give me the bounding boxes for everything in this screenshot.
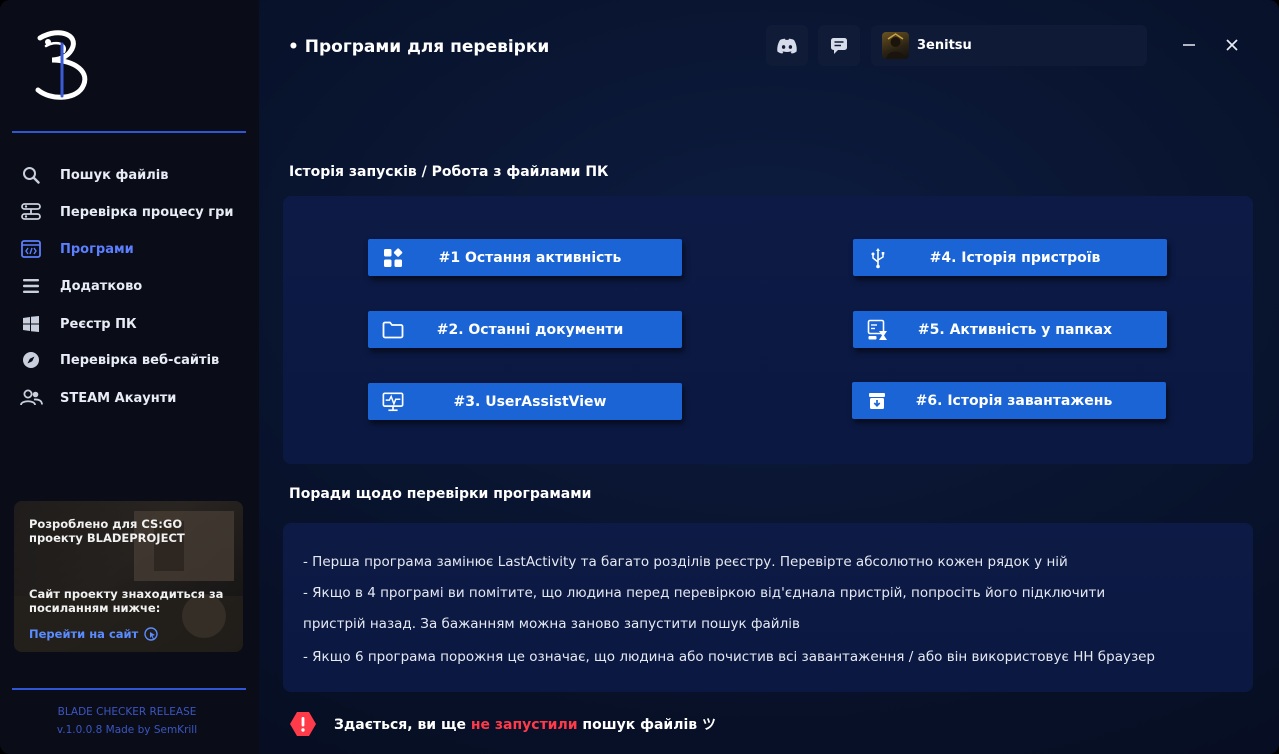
warning-text: Здається, ви ще не запустили пошук файлі… xyxy=(334,714,716,734)
promo-line: Сайт проекту знаходиться за xyxy=(29,587,224,601)
release-label: BLADE CHECKER RELEASE xyxy=(57,706,197,718)
close-icon xyxy=(1225,38,1239,52)
device-history-button[interactable]: #4. Історія пристроїв xyxy=(853,239,1167,276)
recent-documents-button[interactable]: #2. Останні документи xyxy=(368,311,682,348)
avatar xyxy=(882,32,909,59)
button-label: #3. UserAssistView xyxy=(453,393,607,410)
windows-icon xyxy=(18,313,44,335)
warning-highlight: не запустили xyxy=(470,717,578,733)
folder-icon xyxy=(382,319,404,341)
button-label: #4. Історія пристроїв xyxy=(929,249,1101,266)
sidebar-item-label: Перевірка процесу гри xyxy=(60,204,234,220)
usb-icon xyxy=(867,247,889,269)
section-title-history: Історія запусків / Робота з файлами ПК xyxy=(289,164,609,180)
version-label: v.1.0.0.8 Made by SemKrill xyxy=(56,724,198,736)
sidebar-item-programs[interactable]: Програми xyxy=(18,234,243,264)
warning-text-before: Здається, ви ще xyxy=(334,717,471,733)
button-label: #2. Останні документи xyxy=(436,321,624,338)
sidebar-item-label: STEAM Акаунти xyxy=(60,390,177,406)
sidebar-item-file-search[interactable]: Пошук файлів xyxy=(18,160,243,190)
username: 3enitsu xyxy=(917,38,972,53)
promo-card: Розроблено для CS:GO проекту BLADEPROJEC… xyxy=(14,501,243,652)
website-link-label: Перейти на сайт xyxy=(29,627,139,641)
discord-button[interactable] xyxy=(766,25,808,66)
users-icon xyxy=(18,387,44,409)
sidebar-divider-bottom xyxy=(12,688,246,690)
scan-warning: Здається, ви ще не запустили пошук файлі… xyxy=(289,711,716,737)
section-title-tips: Поради щодо перевірки програмами xyxy=(289,486,592,502)
tip-line: - Якщо 6 програма порожня це означає, що… xyxy=(303,649,1156,665)
minimize-button[interactable] xyxy=(1178,34,1200,56)
compass-icon xyxy=(18,349,44,371)
search-icon xyxy=(18,164,44,186)
user-profile[interactable]: 3enitsu xyxy=(871,25,1147,66)
download-history-button[interactable]: #6. Історія завантажень xyxy=(852,382,1166,419)
sidebar-divider-top xyxy=(12,131,246,133)
tip-line: пристрій назад. За бажанням можна заново… xyxy=(303,616,800,632)
tip-line: - Перша програма замінює LastActivity та… xyxy=(303,554,1068,570)
app-logo xyxy=(30,28,96,102)
app-window: Пошук файлів Перевірка процесу гри Прогр… xyxy=(0,0,1279,754)
process-icon xyxy=(18,201,44,223)
sidebar-item-steam-accounts[interactable]: STEAM Акаунти xyxy=(18,383,243,413)
promo-line: Розроблено для CS:GO xyxy=(29,517,183,531)
sidebar-item-label: Перевірка веб-сайтів xyxy=(60,352,220,368)
page-title: • Програми для перевірки xyxy=(288,37,550,57)
chat-button[interactable] xyxy=(818,25,860,66)
apps-icon xyxy=(382,247,404,269)
sidebar-item-label: Додатково xyxy=(60,278,143,294)
userassistview-button[interactable]: #3. UserAssistView xyxy=(368,383,682,420)
tip-line: - Якщо в 4 програмі ви помітите, що люди… xyxy=(303,585,1106,601)
sidebar-item-registry[interactable]: Реєстр ПК xyxy=(18,309,243,339)
tips-panel xyxy=(283,523,1253,692)
warning-icon xyxy=(289,711,317,737)
minimize-icon xyxy=(1181,37,1197,53)
close-button[interactable] xyxy=(1221,34,1243,56)
folder-activity-icon xyxy=(867,319,889,341)
monitor-pulse-icon xyxy=(382,391,404,413)
download-box-icon xyxy=(866,390,888,412)
sidebar-item-game-process[interactable]: Перевірка процесу гри xyxy=(18,197,243,227)
code-window-icon xyxy=(18,238,44,260)
promo-line: проекту BLADEPROJECT xyxy=(29,531,185,545)
sidebar-item-label: Програми xyxy=(60,241,134,257)
folder-activity-button[interactable]: #5. Активність у папках xyxy=(853,311,1167,348)
sidebar-item-label: Пошук файлів xyxy=(60,167,169,183)
cursor-click-icon xyxy=(143,626,159,642)
sidebar-item-additional[interactable]: Додатково xyxy=(18,271,243,301)
button-label: #1 Остання активність xyxy=(438,249,622,266)
sidebar-item-websites[interactable]: Перевірка веб-сайтів xyxy=(18,345,243,375)
sidebar: Пошук файлів Перевірка процесу гри Прогр… xyxy=(0,0,259,754)
last-activity-button[interactable]: #1 Остання активність xyxy=(368,239,682,276)
button-label: #6. Історія завантажень xyxy=(915,392,1113,409)
chat-icon xyxy=(829,36,849,56)
menu-icon xyxy=(18,275,44,297)
discord-icon xyxy=(776,38,798,54)
promo-line: посиланням нижче: xyxy=(29,601,161,615)
warning-text-after: пошук файлів ツ xyxy=(577,717,717,733)
website-link[interactable]: Перейти на сайт xyxy=(29,626,159,642)
button-label: #5. Активність у папках xyxy=(917,321,1113,338)
sidebar-item-label: Реєстр ПК xyxy=(60,316,137,332)
